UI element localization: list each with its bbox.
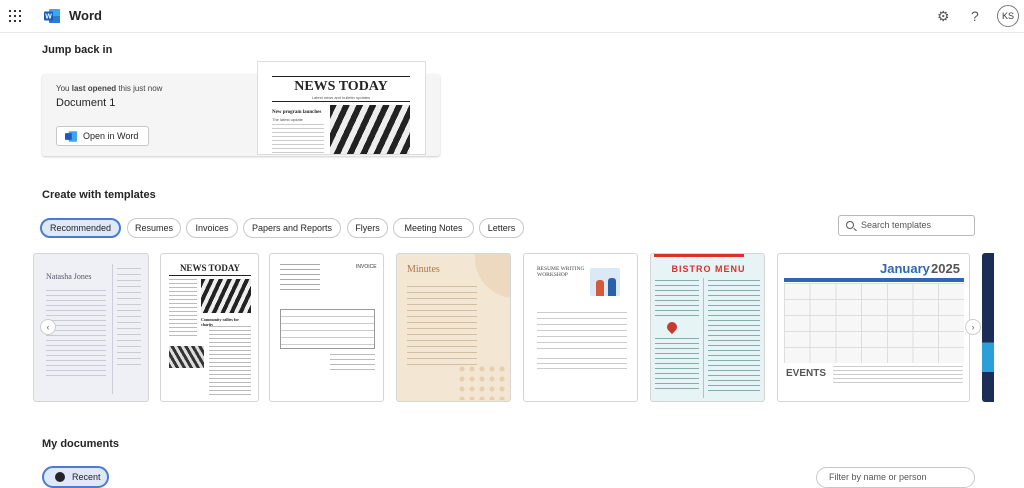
filter-letters[interactable]: Letters <box>479 218 524 238</box>
minutes-title: Minutes <box>407 264 440 275</box>
last-opened-text: You last opened this just now <box>56 84 163 93</box>
template-card-minutes[interactable]: Minutes <box>396 253 511 402</box>
svg-text:W: W <box>45 14 52 21</box>
template-card-invoice[interactable]: INVOICE <box>269 253 384 402</box>
thumb-photo <box>330 105 410 154</box>
filter-meeting-notes[interactable]: Meeting Notes <box>393 218 474 238</box>
thumb-headline: New program launches <box>272 110 322 115</box>
help-icon[interactable]: ? <box>971 8 979 24</box>
open-in-word-button[interactable]: Open in Word <box>56 126 149 146</box>
filter-papers-reports[interactable]: Papers and Reports <box>243 218 341 238</box>
search-templates-input[interactable]: Search templates <box>838 215 975 236</box>
invoice-title: INVOICE <box>356 264 377 270</box>
gear-icon[interactable]: ⚙ <box>937 8 950 24</box>
app-name[interactable]: Word <box>69 8 102 23</box>
avatar[interactable]: KS <box>997 5 1019 27</box>
thumb-tagline: Latest news and bulletin updates <box>311 95 371 100</box>
template-card-calendar[interactable]: January 2025 EVENTS <box>777 253 970 402</box>
jump-back-heading: Jump back in <box>42 44 113 56</box>
template-card-bistro-menu[interactable]: BISTRO MENU <box>650 253 765 402</box>
template-card-workshop[interactable]: RESUME WRITING WORKSHOP <box>523 253 638 402</box>
clock-icon <box>55 472 65 482</box>
top-bar: W Word ⚙ ? KS <box>0 0 1024 33</box>
my-documents-heading: My documents <box>42 438 120 450</box>
templates-heading: Create with templates <box>42 189 156 201</box>
template-card-newsletter[interactable]: NEWS TODAY Community rallies for charity <box>160 253 259 402</box>
filter-resumes[interactable]: Resumes <box>127 218 181 238</box>
filter-documents-input[interactable]: Filter by name or person <box>816 467 975 488</box>
carousel-prev-button[interactable]: ‹ <box>40 319 56 335</box>
document-name: Document 1 <box>56 97 116 109</box>
document-thumbnail[interactable]: NEWS TODAY Latest news and bulletin upda… <box>257 61 426 155</box>
thumb-text-lines <box>272 124 324 154</box>
workshop-title: RESUME WRITING WORKSHOP <box>537 266 585 278</box>
tab-recent[interactable]: Recent <box>42 466 109 488</box>
word-icon <box>65 131 77 142</box>
carousel-next-button[interactable]: › <box>965 319 981 335</box>
calendar-events-label: EVENTS <box>786 368 827 379</box>
calendar-year: 2025 <box>931 261 960 276</box>
word-logo-icon[interactable]: W <box>44 9 60 23</box>
bistro-title: BISTRO MENU <box>671 264 746 274</box>
thumb-sub: The latest update <box>272 117 303 122</box>
filter-recommended[interactable]: Recommended <box>40 218 121 238</box>
app-launcher-icon[interactable] <box>9 10 21 22</box>
template-card-partial[interactable] <box>982 253 994 402</box>
resume-name: Natasha Jones <box>46 272 92 281</box>
filter-invoices[interactable]: Invoices <box>186 218 238 238</box>
filter-flyers[interactable]: Flyers <box>347 218 388 238</box>
search-icon <box>846 221 854 229</box>
thumb-masthead: NEWS TODAY <box>294 79 388 94</box>
news-masthead: NEWS TODAY <box>179 263 241 273</box>
calendar-month: January <box>880 261 930 276</box>
